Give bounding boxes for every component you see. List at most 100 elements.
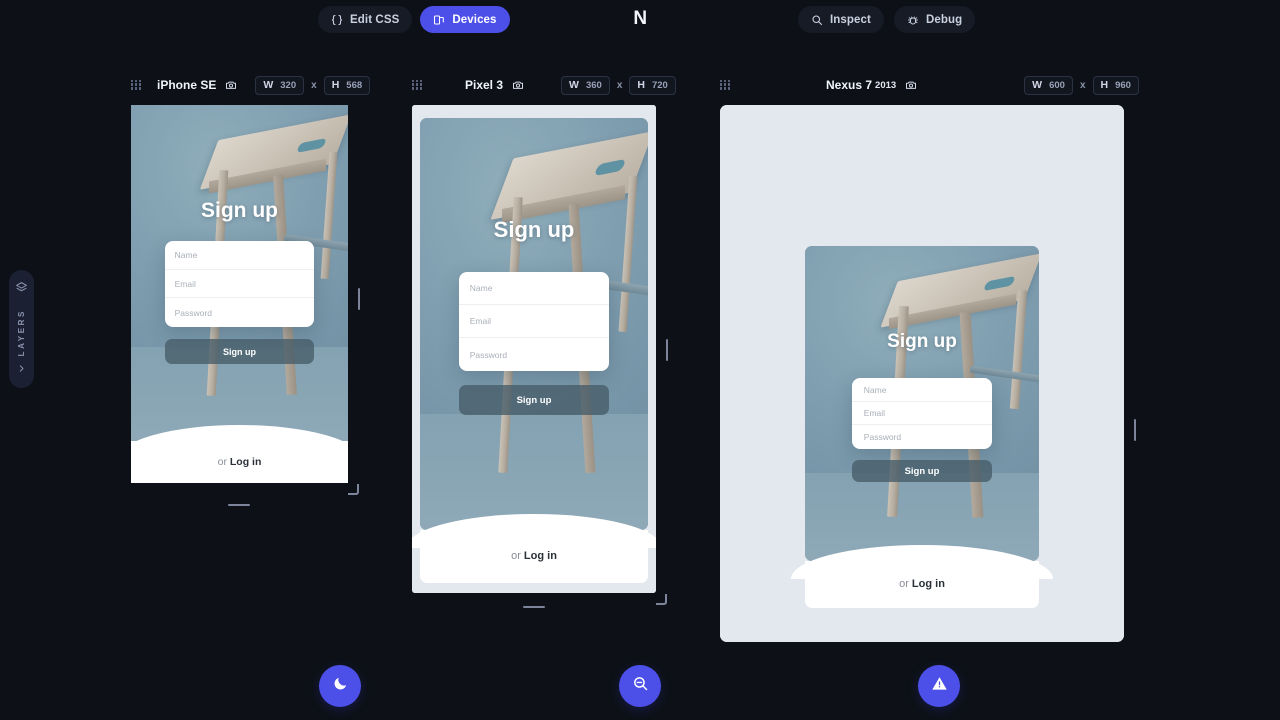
signup-title: Sign up <box>493 216 575 242</box>
size-separator: x <box>616 79 623 91</box>
signup-submit-button[interactable]: Sign up <box>458 385 610 416</box>
drag-grid-icon[interactable] <box>720 79 731 91</box>
resize-handle-corner[interactable] <box>348 484 359 495</box>
signup-footer: or Log in <box>131 425 348 483</box>
footer-text: or Log in <box>511 550 557 562</box>
edit-css-button[interactable]: Edit CSS <box>318 6 413 33</box>
dark-mode-fab[interactable] <box>319 665 361 707</box>
email-field[interactable]: Email <box>164 270 315 299</box>
zoom-out-fab[interactable] <box>619 665 661 707</box>
layers-label: LAYERS <box>17 309 26 357</box>
drag-grid-icon[interactable] <box>131 79 142 91</box>
name-placeholder: Name <box>863 384 887 395</box>
width-input-nexus-7[interactable]: W 600 <box>1024 75 1073 95</box>
drag-grid-icon[interactable] <box>412 79 423 91</box>
name-placeholder: Name <box>174 250 198 261</box>
layers-expand-button[interactable] <box>9 355 34 385</box>
width-input-iphone-se[interactable]: W 320 <box>255 75 305 95</box>
width-key: W <box>569 79 579 91</box>
footer-text: or Log in <box>899 578 945 590</box>
footer-prefix: or <box>511 550 521 563</box>
footer-prefix: or <box>899 578 909 591</box>
resize-handle-bottom[interactable] <box>228 504 250 506</box>
device-size-group: W 600 x H 960 <box>1024 75 1139 95</box>
top-toolbar: Edit CSS Devices N Inspect Debug <box>0 0 1280 40</box>
height-input-pixel-3[interactable]: H 720 <box>629 75 676 95</box>
password-placeholder: Password <box>469 349 508 360</box>
signup-form: Name Email Password <box>164 241 315 328</box>
devices-icon <box>433 14 445 26</box>
inspect-button[interactable]: Inspect <box>798 6 884 33</box>
toolbar-right-group: Inspect Debug <box>798 6 976 33</box>
resize-handle-right[interactable] <box>666 339 668 361</box>
inspect-label: Inspect <box>830 13 871 26</box>
camera-icon[interactable] <box>225 79 237 91</box>
password-field[interactable]: Password <box>459 338 610 371</box>
width-input-pixel-3[interactable]: W 360 <box>561 75 610 95</box>
device-name: Pixel 3 <box>465 78 504 92</box>
login-link[interactable]: Log in <box>912 578 945 590</box>
signup-form: Name Email Password <box>851 378 993 450</box>
login-link[interactable]: Log in <box>230 456 262 468</box>
search-icon <box>811 14 823 26</box>
warning-triangle-icon <box>931 675 948 697</box>
password-field[interactable]: Password <box>165 298 315 327</box>
name-field[interactable]: Name <box>851 378 993 402</box>
camera-icon[interactable] <box>512 79 524 91</box>
signup-footer: or Log in <box>412 513 656 583</box>
width-key: W <box>1032 79 1043 91</box>
toolbar-left-group: Edit CSS Devices <box>318 6 510 33</box>
signup-screen: Sign up Name Email Password Sign up or L… <box>131 105 348 483</box>
height-key: H <box>637 79 645 91</box>
height-input-iphone-se[interactable]: H 568 <box>323 75 371 95</box>
resize-handle-right[interactable] <box>1134 419 1136 441</box>
signup-title: Sign up <box>887 331 957 353</box>
password-placeholder: Password <box>174 307 212 318</box>
password-field[interactable]: Password <box>852 425 992 449</box>
height-key: H <box>1100 79 1109 91</box>
signup-submit-button[interactable]: Sign up <box>164 338 315 365</box>
width-value: 600 <box>1049 79 1065 91</box>
width-value: 360 <box>585 79 602 91</box>
name-placeholder: Name <box>469 283 493 294</box>
resize-handle-corner[interactable] <box>656 594 667 605</box>
signup-form: Name Email Password <box>458 272 610 372</box>
signup-title: Sign up <box>201 199 278 223</box>
chevron-right-icon <box>17 364 26 376</box>
layers-icon <box>15 281 28 299</box>
device-viewport-nexus-7[interactable]: Sign up Name Email Password Sign up or L… <box>720 105 1124 642</box>
height-value: 720 <box>651 79 668 91</box>
height-input-nexus-7[interactable]: H 960 <box>1092 75 1139 95</box>
device-viewport-iphone-se[interactable]: Sign up Name Email Password Sign up or L… <box>131 105 348 483</box>
signup-submit-label: Sign up <box>516 394 552 406</box>
login-link[interactable]: Log in <box>524 550 557 562</box>
braces-icon <box>331 14 343 26</box>
signup-screen: Sign up Name Email Password Sign up or L… <box>412 105 656 593</box>
name-field[interactable]: Name <box>458 272 610 306</box>
resize-handle-right[interactable] <box>358 288 360 310</box>
height-value: 960 <box>1115 79 1131 91</box>
name-field[interactable]: Name <box>164 241 315 270</box>
camera-icon[interactable] <box>905 79 917 91</box>
device-name: iPhone SE <box>157 78 217 92</box>
devices-button[interactable]: Devices <box>420 6 510 33</box>
email-field[interactable]: Email <box>458 305 610 339</box>
resize-handle-bottom[interactable] <box>523 606 545 608</box>
warning-fab[interactable] <box>918 665 960 707</box>
debug-button[interactable]: Debug <box>893 6 976 33</box>
footer-prefix: or <box>217 456 227 469</box>
email-placeholder: Email <box>174 278 196 289</box>
device-viewport-pixel-3[interactable]: Sign up Name Email Password Sign up or L… <box>412 105 656 593</box>
email-field[interactable]: Email <box>851 402 993 426</box>
height-value: 568 <box>346 79 363 91</box>
signup-footer: or Log in <box>790 544 1054 608</box>
device-year: 2013 <box>875 79 897 91</box>
size-separator: x <box>311 79 317 91</box>
device-header: Pixel 3 W 360 x H 720 <box>412 74 676 96</box>
signup-hero: Sign up Name Email Password Sign up <box>805 246 1039 561</box>
device-header: iPhone SE W 320 x H 568 <box>131 74 371 96</box>
signup-submit-label: Sign up <box>904 465 940 477</box>
app-logo[interactable]: N <box>633 8 647 30</box>
signup-submit-button[interactable]: Sign up <box>851 460 993 483</box>
device-frame-iphone-se: iPhone SE W 320 x H 568 Sign up Name Ema… <box>131 74 371 506</box>
